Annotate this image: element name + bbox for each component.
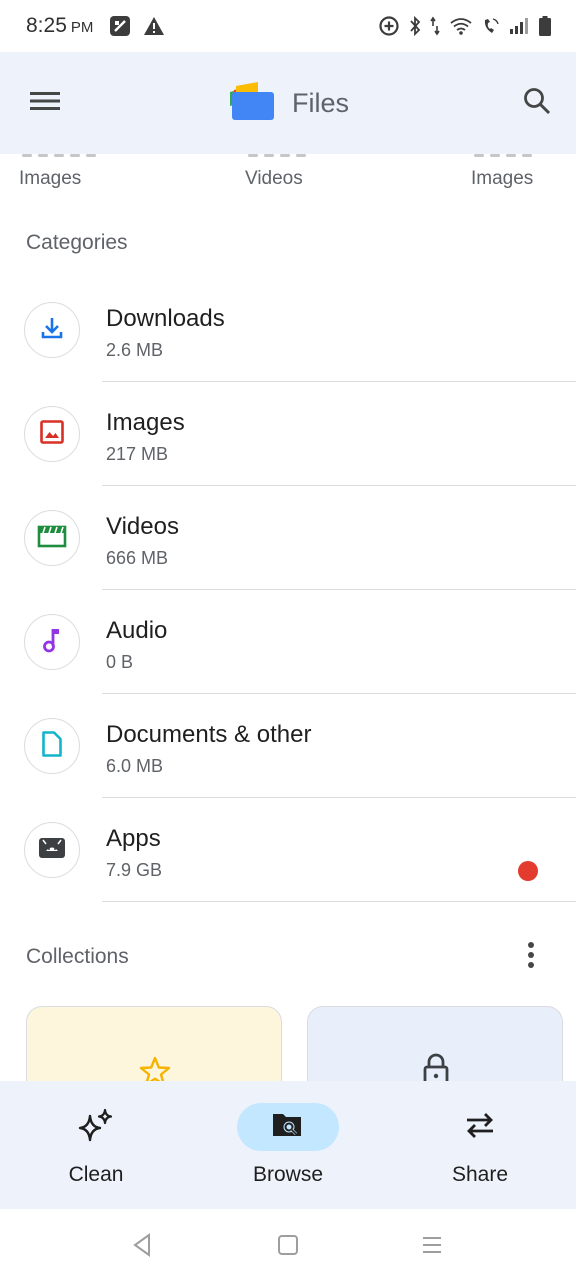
search-button[interactable] xyxy=(514,82,560,124)
search-icon xyxy=(523,87,551,120)
category-icon-circle xyxy=(24,406,80,462)
signal-icon xyxy=(509,17,529,35)
nav-label: Browse xyxy=(252,1163,324,1186)
nav-clean[interactable]: Clean xyxy=(0,1081,192,1209)
category-videos[interactable]: Videos 666 MB xyxy=(0,486,576,590)
recent-thumb-edge xyxy=(474,154,532,158)
bluetooth-icon xyxy=(409,15,421,37)
nav-label: Clean xyxy=(68,1163,124,1186)
document-icon xyxy=(41,730,63,763)
more-vert-icon xyxy=(527,941,535,974)
collections-more-button[interactable] xyxy=(512,938,550,976)
recent-item-label[interactable]: Images xyxy=(19,168,81,190)
warning-icon xyxy=(143,16,165,36)
back-icon[interactable] xyxy=(126,1229,158,1261)
menu-button[interactable] xyxy=(22,82,68,124)
nav-label: Share xyxy=(451,1163,509,1186)
music-note-icon xyxy=(41,626,63,659)
app-bar: Files xyxy=(0,52,576,154)
category-icon-circle xyxy=(24,302,80,358)
recent-thumb-edge xyxy=(22,154,96,158)
hamburger-menu-icon xyxy=(30,91,60,116)
sim-card-icon xyxy=(109,15,131,37)
android-app-icon xyxy=(37,835,67,866)
category-size: 7.9 GB xyxy=(106,860,163,880)
recents-icon[interactable] xyxy=(416,1229,448,1261)
status-time: 8:25 PM xyxy=(26,14,93,38)
nav-browse[interactable]: Browse xyxy=(192,1081,384,1209)
nav-icon-container xyxy=(45,1103,147,1151)
battery-icon xyxy=(538,15,552,37)
category-apps[interactable]: Apps 7.9 GB xyxy=(0,798,576,902)
data-arrows-icon xyxy=(430,16,440,36)
data-saver-icon xyxy=(378,15,400,37)
swap-arrows-icon xyxy=(463,1110,497,1145)
category-size: 0 B xyxy=(106,652,134,672)
category-name: Images xyxy=(106,409,185,436)
category-name: Downloads xyxy=(106,305,225,332)
category-size: 217 MB xyxy=(106,444,169,464)
system-navigation-bar xyxy=(0,1209,576,1280)
category-icon-circle xyxy=(24,718,80,774)
category-icon-circle xyxy=(24,614,80,670)
bottom-navigation: Clean Browse Share xyxy=(0,1081,576,1209)
download-icon xyxy=(39,315,65,346)
app-title: Files xyxy=(292,88,350,118)
category-name: Documents & other xyxy=(106,721,312,748)
recent-thumb-edge xyxy=(248,154,306,158)
category-audio[interactable]: Audio 0 B xyxy=(0,590,576,694)
category-size: 2.6 MB xyxy=(106,340,164,360)
category-size: 666 MB xyxy=(106,548,169,568)
recent-files-row: Images Videos Images xyxy=(0,154,576,204)
divider xyxy=(102,900,576,902)
wifi-icon xyxy=(449,16,473,36)
sparkle-icon xyxy=(76,1108,116,1147)
app-title-wrap: Files xyxy=(228,80,349,127)
status-time-value: 8:25 xyxy=(26,14,67,37)
category-downloads[interactable]: Downloads 2.6 MB xyxy=(0,278,576,382)
category-size: 6.0 MB xyxy=(106,756,164,776)
status-bar: 8:25 PM xyxy=(0,0,576,52)
files-logo-icon xyxy=(228,80,276,127)
video-icon xyxy=(37,523,67,554)
category-documents[interactable]: Documents & other 6.0 MB xyxy=(0,694,576,798)
home-icon[interactable] xyxy=(272,1229,304,1261)
category-icon-circle xyxy=(24,510,80,566)
collections-title: Collections xyxy=(26,945,129,968)
recent-item-label[interactable]: Images xyxy=(471,168,533,190)
nav-active-pill xyxy=(237,1103,339,1151)
category-images[interactable]: Images 217 MB xyxy=(0,382,576,486)
category-name: Audio xyxy=(106,617,168,644)
folder-search-icon xyxy=(271,1110,305,1145)
category-icon-circle xyxy=(24,822,80,878)
wifi-calling-icon xyxy=(482,16,500,36)
categories-title: Categories xyxy=(26,231,128,254)
status-time-ampm: PM xyxy=(70,19,94,36)
notification-dot xyxy=(518,861,538,881)
category-list: Downloads 2.6 MB Images 217 MB Videos 66… xyxy=(0,278,576,902)
recent-item-label[interactable]: Videos xyxy=(245,168,303,190)
image-icon xyxy=(39,419,65,450)
nav-share[interactable]: Share xyxy=(384,1081,576,1209)
category-name: Videos xyxy=(106,513,179,540)
nav-icon-container xyxy=(429,1103,531,1151)
category-name: Apps xyxy=(106,825,161,852)
